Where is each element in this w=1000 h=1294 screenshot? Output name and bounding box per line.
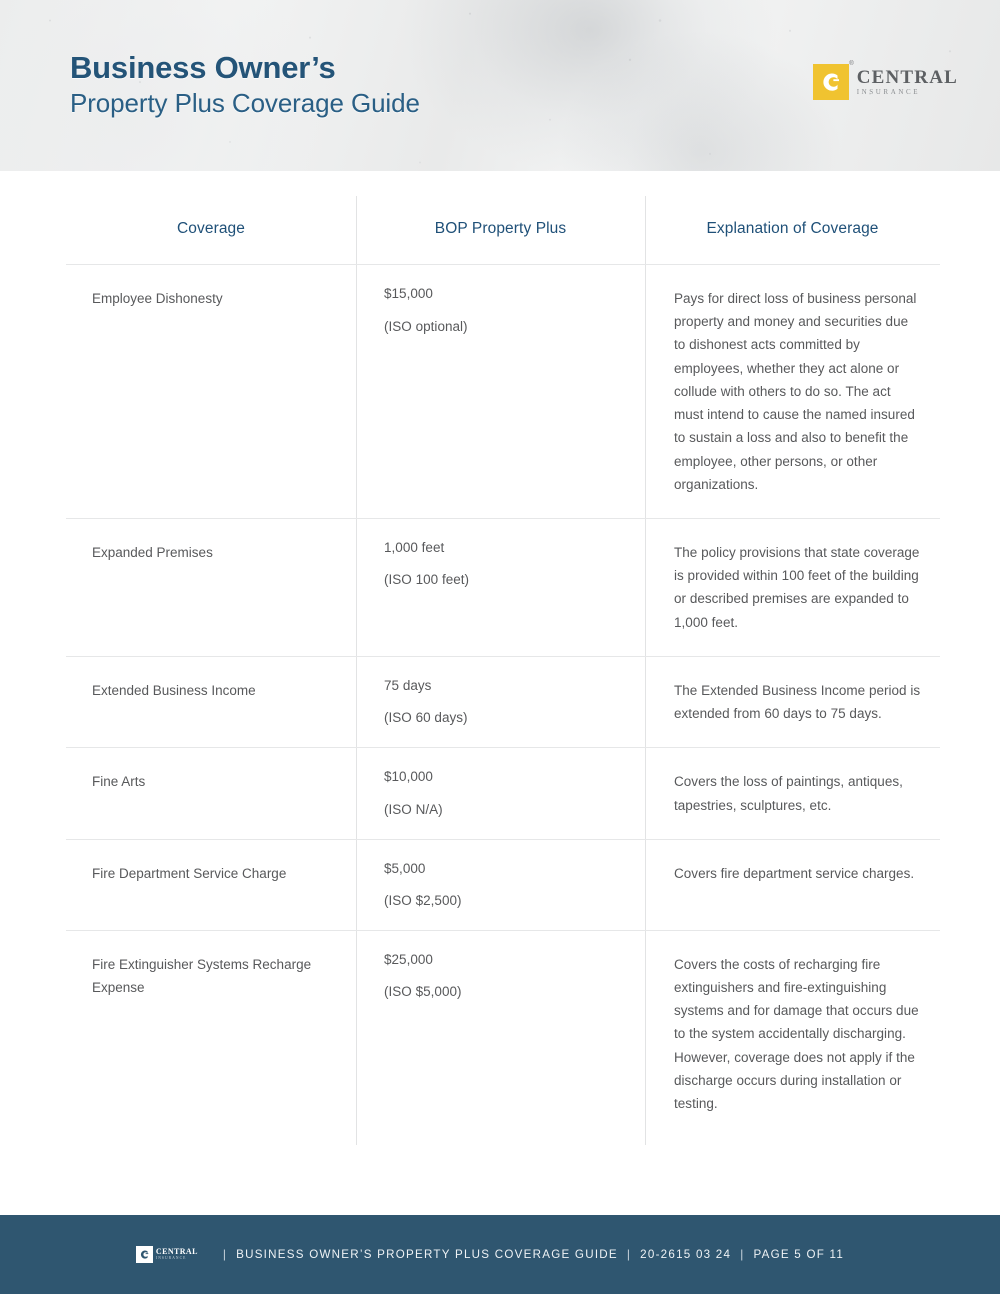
page-title: Business Owner’s Property Plus Coverage … bbox=[70, 50, 420, 119]
footer-document-number: 20-2615 03 24 bbox=[640, 1248, 732, 1261]
cell-bop-amount: $25,000 (ISO $5,000) bbox=[356, 931, 645, 1138]
table-header-cell-coverage: Coverage bbox=[66, 196, 356, 264]
coverage-name: Fine Arts bbox=[92, 774, 146, 790]
central-insurance-logo: ® CENTRAL INSURANCE bbox=[812, 61, 958, 100]
title-main: Business Owner’s bbox=[70, 50, 336, 85]
explanation-text: The Extended Business Income period is e… bbox=[674, 682, 921, 722]
iso-value: (ISO optional) bbox=[384, 318, 468, 334]
coverage-name: Extended Business Income bbox=[92, 682, 256, 698]
table-header-cell-bop: BOP Property Plus bbox=[356, 196, 645, 264]
cell-explanation: The Extended Business Income period is e… bbox=[645, 657, 940, 747]
explanation-text: Pays for direct loss of business persona… bbox=[674, 291, 917, 492]
cell-coverage: Employee Dishonesty bbox=[66, 265, 356, 518]
cell-bop-amount: $5,000 (ISO $2,500) bbox=[356, 840, 645, 930]
page-header: Business Owner’s Property Plus Coverage … bbox=[0, 0, 1000, 171]
amount-value: 75 days bbox=[384, 677, 432, 693]
document-page: Business Owner’s Property Plus Coverage … bbox=[0, 0, 1000, 1294]
amount-value: $15,000 bbox=[384, 286, 433, 301]
column-header-label: BOP Property Plus bbox=[434, 220, 567, 237]
cell-explanation: Pays for direct loss of business persona… bbox=[645, 265, 940, 518]
cell-coverage: Expanded Premises bbox=[66, 519, 356, 656]
amount-value: $25,000 bbox=[384, 951, 433, 967]
table-row: Employee Dishonesty $15,000 (ISO optiona… bbox=[66, 264, 940, 518]
logo-name: CENTRAL bbox=[856, 67, 958, 88]
cell-coverage: Fire Department Service Charge bbox=[66, 840, 356, 930]
registered-mark: ® bbox=[849, 61, 854, 67]
page-footer: CENTRAL INSURANCE | BUSINESS OWNER’S PROP… bbox=[0, 1215, 1000, 1294]
coverage-table: Coverage BOP Property Plus Explanation o… bbox=[66, 196, 940, 1145]
footer-separator: | bbox=[626, 1248, 632, 1261]
cell-coverage: Fire Extinguisher Systems Recharge Expen… bbox=[66, 931, 356, 1138]
cell-explanation: The policy provisions that state coverag… bbox=[645, 519, 940, 656]
table-row: Extended Business Income 75 days (ISO 60… bbox=[66, 655, 940, 747]
logo-tagline: INSURANCE bbox=[856, 88, 921, 96]
explanation-text: Covers the costs of recharging fire exti… bbox=[674, 956, 919, 1112]
coverage-name: Expanded Premises bbox=[92, 544, 213, 560]
logo-wordmark: CENTRAL INSURANCE bbox=[857, 68, 958, 96]
coverage-name: Fire Extinguisher Systems Recharge Expen… bbox=[92, 956, 312, 995]
cell-bop-amount: $10,000 (ISO N/A) bbox=[356, 748, 645, 838]
cell-bop-amount: $15,000 (ISO optional) bbox=[356, 265, 645, 518]
cell-coverage: Fine Arts bbox=[66, 748, 356, 838]
footer-logo-tagline: INSURANCE bbox=[155, 1256, 187, 1261]
amount-value: $10,000 bbox=[384, 769, 433, 785]
iso-value: (ISO 60 days) bbox=[384, 710, 468, 726]
central-logo-icon: ® bbox=[812, 61, 854, 100]
footer-logo-name: CENTRAL bbox=[155, 1247, 198, 1257]
iso-value: (ISO $5,000) bbox=[384, 984, 462, 1000]
table-row: Fine Arts $10,000 (ISO N/A) Covers the l… bbox=[66, 747, 940, 838]
explanation-text: The policy provisions that state coverag… bbox=[674, 544, 920, 630]
cell-explanation: Covers the loss of paintings, antiques, … bbox=[645, 748, 940, 838]
footer-meta: | BUSINESS OWNER’S PROPERTY PLUS COVERAGE… bbox=[214, 1248, 844, 1261]
footer-central-logo-icon bbox=[135, 1246, 153, 1263]
cell-bop-amount: 75 days (ISO 60 days) bbox=[356, 657, 645, 747]
iso-value: (ISO 100 feet) bbox=[384, 572, 470, 588]
cell-explanation: Covers fire department service charges. bbox=[645, 840, 940, 930]
title-subtitle: Property Plus Coverage Guide bbox=[70, 87, 420, 118]
table-row: Fire Department Service Charge $5,000 (I… bbox=[66, 838, 940, 930]
footer-separator: | bbox=[222, 1248, 228, 1261]
footer-central-logo: CENTRAL INSURANCE bbox=[135, 1246, 198, 1263]
cell-explanation: Covers the costs of recharging fire exti… bbox=[645, 931, 940, 1138]
amount-value: 1,000 feet bbox=[384, 539, 445, 555]
coverage-name: Fire Department Service Charge bbox=[92, 865, 287, 881]
cell-coverage: Extended Business Income bbox=[66, 657, 356, 747]
iso-value: (ISO $2,500) bbox=[384, 893, 462, 909]
footer-separator: | bbox=[740, 1248, 745, 1261]
explanation-text: Covers fire department service charges. bbox=[674, 865, 915, 881]
cell-bop-amount: 1,000 feet (ISO 100 feet) bbox=[356, 519, 645, 656]
footer-logo-wordmark: CENTRAL INSURANCE bbox=[156, 1248, 198, 1261]
coverage-name: Employee Dishonesty bbox=[92, 291, 223, 306]
iso-value: (ISO N/A) bbox=[384, 801, 443, 817]
table-row: Expanded Premises 1,000 feet (ISO 100 fe… bbox=[66, 517, 940, 656]
table-header-cell-explanation: Explanation of Coverage bbox=[645, 196, 940, 264]
footer-page-number: PAGE 5 OF 11 bbox=[753, 1248, 845, 1261]
footer-document-title: BUSINESS OWNER’S PROPERTY PLUS COVERAGE … bbox=[236, 1248, 618, 1261]
column-header-label: Explanation of Coverage bbox=[706, 220, 879, 237]
amount-value: $5,000 bbox=[384, 860, 426, 876]
explanation-text: Covers the loss of paintings, antiques, … bbox=[674, 774, 903, 813]
table-header-row: Coverage BOP Property Plus Explanation o… bbox=[66, 196, 940, 264]
table-row: Fire Extinguisher Systems Recharge Expen… bbox=[66, 929, 940, 1138]
column-header-label: Coverage bbox=[176, 220, 245, 237]
